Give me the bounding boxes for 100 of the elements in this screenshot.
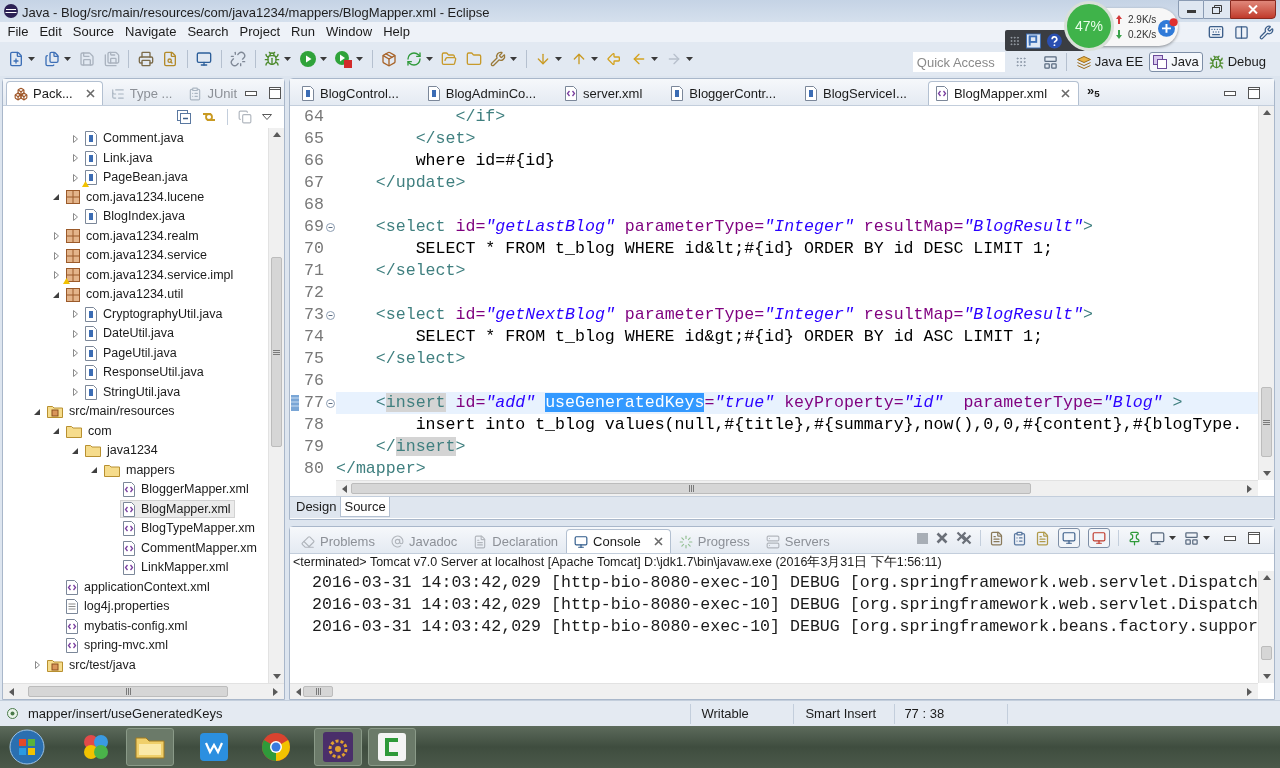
collapsed-arrow-icon[interactable] [72,368,78,377]
tree-item[interactable]: mappers [101,461,179,480]
collapsed-arrow-icon[interactable] [72,329,78,338]
collapsed-arrow-icon[interactable] [72,212,78,221]
tree-item[interactable]: com [63,422,116,441]
quick-access-field[interactable]: Quick Access [912,52,1005,72]
scrollbar[interactable] [290,683,1258,699]
taskbar-button[interactable] [368,728,416,766]
monitor-icon[interactable] [196,51,212,67]
collapsed-arrow-icon[interactable] [53,232,59,241]
grip-icon[interactable] [1014,56,1027,68]
tree-item[interactable]: BloggerMapper.xml [120,480,253,499]
pressed-toggle-button[interactable] [1058,528,1080,548]
collapsed-arrow-icon[interactable] [72,173,78,182]
menu-item[interactable]: Help [377,22,416,42]
expanded-arrow-icon[interactable] [91,467,97,474]
collapsed-arrow-icon[interactable] [72,154,78,163]
dropdown-caret-icon[interactable] [510,57,517,61]
menu-item[interactable]: Project [234,22,286,42]
menu-item[interactable]: Search [181,22,235,42]
tree-item[interactable]: PageBean.java [82,168,192,187]
tree-item[interactable]: CommentMapper.xm [120,539,261,558]
tree-item[interactable]: java1234 [82,441,162,460]
link-icon[interactable] [201,110,217,124]
panel-layout-icon[interactable] [1184,530,1199,546]
collapsed-arrow-icon[interactable] [53,251,59,260]
close-button[interactable] [1230,0,1276,19]
scrollbar-thumb[interactable] [28,686,228,697]
dropdown-caret-icon[interactable] [284,57,291,61]
tree-item[interactable]: LinkMapper.xml [120,558,233,577]
minimize-icon[interactable] [245,90,257,96]
collapsed-arrow-icon[interactable] [72,349,78,358]
tree-item[interactable]: com.java1234.realm [63,227,203,246]
editor-mode-tab[interactable]: Source [340,497,390,517]
expanded-arrow-icon[interactable] [53,428,59,435]
scrollbar-thumb[interactable] [1261,387,1272,457]
printer-icon[interactable] [137,51,154,67]
minimize-icon[interactable] [1224,535,1236,541]
scroll-up-arrow-icon[interactable] [1262,575,1271,580]
tree-item[interactable]: Comment.java [82,129,188,148]
tree-item[interactable]: Link.java [82,149,157,168]
taskbar-button[interactable] [126,728,174,766]
editor-tab[interactable]: BlogControl... [294,81,420,105]
perspective-button[interactable]: Debug [1204,52,1270,72]
remove-all-icon[interactable] [956,531,972,545]
scrollbar-thumb[interactable] [1261,646,1272,660]
fold-icon[interactable] [325,398,335,408]
minimize-button[interactable] [1178,0,1204,19]
menu-item[interactable]: Navigate [119,22,182,42]
maximize-button[interactable] [1204,0,1230,19]
document-icon[interactable] [989,530,1004,546]
expanded-arrow-icon[interactable] [53,291,59,298]
editor-tab[interactable]: server.xml [557,81,664,105]
tree-item[interactable]: src/test/java [44,656,140,675]
scroll-left-arrow-icon[interactable] [9,687,14,696]
monitor-icon[interactable] [1150,530,1165,546]
tree-item[interactable]: com.java1234.service [63,246,211,265]
dropdown-caret-icon[interactable] [1169,536,1176,540]
tree-item[interactable]: BlogMapper.xml [120,500,235,519]
tree-item[interactable]: DateUtil.java [82,324,178,343]
remove-icon[interactable] [936,532,948,544]
unlink-icon[interactable] [230,51,246,67]
menu-item[interactable]: Run [285,22,321,42]
p-tile-icon[interactable] [1026,32,1042,49]
scrollbar[interactable] [336,480,1258,496]
dropdown-caret-icon[interactable] [28,57,35,61]
pressed-toggle-button[interactable] [1088,528,1110,548]
pin-icon[interactable] [1127,530,1142,546]
view-tab[interactable]: Pack... [6,81,103,105]
collapsed-arrow-icon[interactable] [72,134,78,143]
dropdown-caret-icon[interactable] [686,57,693,61]
fold-icon[interactable] [325,310,335,320]
dropdown-caret-icon[interactable] [555,57,562,61]
scroll-down-arrow-icon[interactable] [1262,471,1271,476]
dropdown-caret-icon[interactable] [425,57,433,61]
collapsed-arrow-icon[interactable] [53,271,59,280]
menu-item[interactable]: Source [67,22,120,42]
tree-item[interactable]: PageUtil.java [82,344,181,363]
scroll-up-arrow-icon[interactable] [1262,110,1271,115]
tree-item[interactable]: com.java1234.util [63,285,188,304]
maximize-icon[interactable] [1248,87,1260,99]
collapsed-arrow-icon[interactable] [34,661,40,670]
plus-badge-icon[interactable] [1158,16,1178,38]
files-icon[interactable] [43,51,60,67]
collapsed-arrow-icon[interactable] [72,388,78,397]
editor-tab[interactable]: BlogServiceI... [797,81,928,105]
taskbar-button[interactable] [314,728,362,766]
expanded-arrow-icon[interactable] [72,447,78,454]
close-icon[interactable] [1061,89,1071,98]
menu-item[interactable]: Edit [33,22,68,42]
dropdown-caret-icon[interactable] [356,57,363,61]
tree-item[interactable]: applicationContext.xml [63,578,214,597]
scrollbar-thumb[interactable] [271,257,282,447]
tree-item[interactable]: BlogIndex.java [82,207,189,226]
keyboard-icon[interactable] [1208,24,1224,40]
scrollbar-thumb[interactable] [303,686,333,697]
panel-layout-icon[interactable] [1042,54,1058,70]
scroll-right-arrow-icon[interactable] [1247,484,1252,493]
scrollbar[interactable] [1258,106,1274,480]
wrench-icon[interactable] [1259,24,1274,40]
